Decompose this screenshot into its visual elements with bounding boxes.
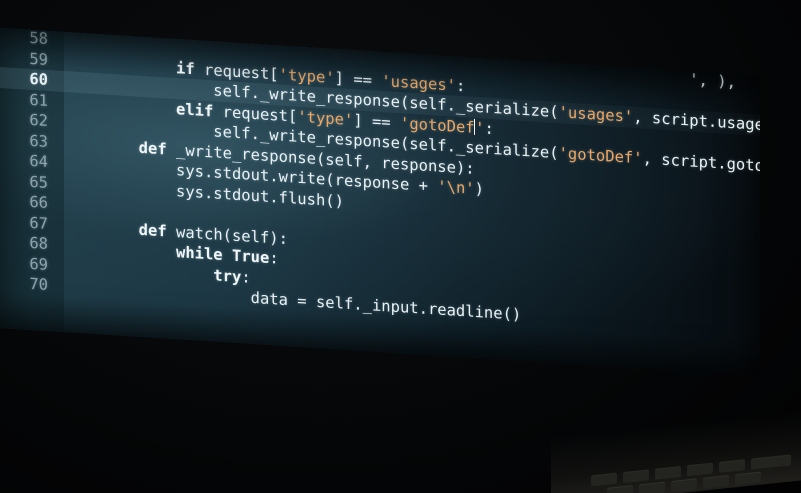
code-token: : xyxy=(269,248,279,268)
keyboard-key xyxy=(639,482,665,493)
keyboard-key xyxy=(655,467,681,480)
keyword-token: if xyxy=(175,58,195,78)
photo-scene: 58 ', ), 59 if request['type'] == 'usages… xyxy=(0,0,801,493)
keyword-token: while xyxy=(175,243,223,265)
keyboard-key xyxy=(703,475,729,489)
keyboard-key xyxy=(687,463,713,477)
code-token: ] == xyxy=(334,68,382,90)
keyword-token: elif xyxy=(175,99,214,120)
keyword-token: True xyxy=(232,246,270,267)
keyboard-key xyxy=(607,486,633,493)
string-token: '\n' xyxy=(437,177,475,198)
keyword-token: def xyxy=(138,138,167,158)
line-number: 70 xyxy=(29,274,48,295)
keyboard-key xyxy=(623,470,649,484)
keyboard-deck xyxy=(551,409,801,493)
string-token: 'type' xyxy=(297,107,354,129)
code-token: : xyxy=(484,118,494,138)
keyboard-key xyxy=(591,473,617,487)
code-token: : xyxy=(455,76,466,95)
code-token: ) xyxy=(474,179,484,199)
keyboard-key xyxy=(671,479,697,493)
keyboard-key xyxy=(735,472,761,486)
code-token: : xyxy=(241,267,251,287)
code-editor[interactable]: 58 ', ), 59 if request['type'] == 'usages… xyxy=(0,28,760,350)
keyword-token: try xyxy=(213,265,242,286)
laptop-screen: 58 ', ), 59 if request['type'] == 'usages… xyxy=(0,28,760,376)
keyboard-key xyxy=(719,460,745,474)
code-token: ] == xyxy=(353,110,400,132)
keyboard-key xyxy=(751,455,791,470)
string-token: 'type' xyxy=(278,65,335,87)
keyword-token: def xyxy=(138,220,167,240)
code-token: ), xyxy=(717,72,736,92)
